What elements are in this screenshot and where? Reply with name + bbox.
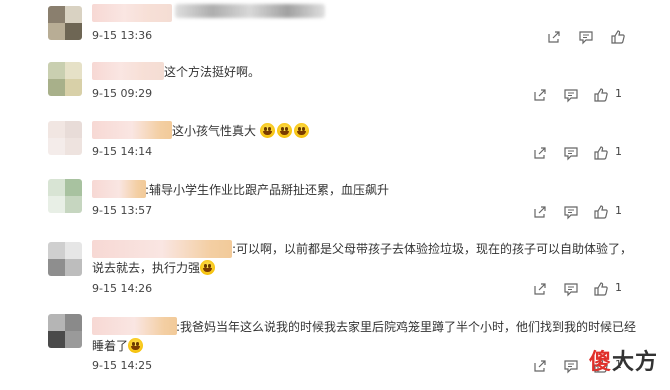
like-count: 1 (615, 281, 622, 294)
comment-text-line2: 睡着了 (92, 339, 129, 353)
comment-text: :辅导小学生作业比跟产品掰扯还累，血压飙升 (145, 183, 390, 197)
avatar[interactable] (48, 62, 82, 96)
comment-text-line2: 说去就去，执行力强 (92, 261, 201, 275)
avatar[interactable] (48, 6, 82, 40)
share-icon[interactable] (532, 281, 548, 297)
avatar[interactable] (48, 314, 82, 348)
comment-icon[interactable] (563, 358, 579, 374)
like-count: 1 (615, 204, 622, 217)
comment-time: 9-15 09:29 (92, 87, 153, 100)
username-redacted[interactable] (92, 62, 164, 80)
laughing-emoji-icon (200, 260, 216, 275)
share-icon[interactable] (546, 29, 562, 45)
thumbs-up-icon[interactable] (593, 87, 609, 103)
comment-text: 这小孩气性真大 (172, 124, 257, 138)
laughing-emoji-icon (128, 338, 144, 353)
thumbs-up-icon[interactable] (593, 145, 609, 161)
comment-time: 9-15 13:57 (92, 204, 153, 217)
comment-actions: 1 (532, 145, 632, 161)
comment-icon[interactable] (578, 29, 594, 45)
username-redacted[interactable] (92, 240, 232, 258)
comment-time: 9-15 14:14 (92, 145, 153, 158)
share-icon[interactable] (532, 87, 548, 103)
avatar[interactable] (48, 242, 82, 276)
share-icon[interactable] (532, 358, 548, 374)
username-redacted[interactable] (92, 317, 177, 335)
thumbs-up-icon[interactable] (610, 29, 626, 45)
like-count: 1 (615, 87, 622, 100)
avatar[interactable] (48, 179, 82, 213)
comment-text-line2-wrap: 睡着了 (92, 337, 145, 355)
comment-text-line2-wrap: 说去就去，执行力强 (92, 259, 217, 277)
username-redacted[interactable] (92, 121, 172, 139)
username-redacted[interactable] (92, 180, 146, 198)
thumbs-up-icon[interactable] (593, 281, 609, 297)
like-count: 1 (615, 145, 622, 158)
comment-time: 9-15 14:26 (92, 282, 153, 295)
comment-text-line1: :可以啊，以前都是父母带孩子去体验捡垃圾，现在的孩子可以自助体验了， (232, 242, 633, 256)
comment-icon[interactable] (563, 281, 579, 297)
username-redacted[interactable] (92, 4, 172, 22)
laughing-emoji-icon (276, 123, 292, 138)
share-icon[interactable] (532, 145, 548, 161)
comment-time: 9-15 13:36 (92, 29, 153, 42)
watermark-part1: 傻 (588, 350, 612, 375)
comment-text-blurred (175, 4, 325, 18)
comment-icon[interactable] (563, 204, 579, 220)
share-icon[interactable] (532, 204, 548, 220)
comment-actions (546, 29, 626, 45)
laughing-emoji-icon (259, 123, 275, 138)
comment-text-line1: :我爸妈当年这么说我的时候我去家里后院鸡笼里蹲了半个小时，他们找到我的时候已经 (176, 320, 637, 334)
comment-time: 9-15 14:25 (92, 359, 153, 372)
comment-actions: 1 (532, 204, 632, 220)
laughing-emoji-icon (293, 123, 309, 138)
watermark-part2: 大方 (611, 350, 658, 375)
comment-icon[interactable] (563, 87, 579, 103)
watermark-logo: 傻大方 (589, 344, 658, 376)
comment-text-wrap: 这小孩气性真大 (172, 122, 311, 140)
thumbs-up-icon[interactable] (593, 204, 609, 220)
comment-icon[interactable] (563, 145, 579, 161)
comment-actions: 1 (532, 281, 632, 297)
comment-actions: 1 (532, 87, 632, 103)
comment-text: 这个方法挺好啊。 (164, 65, 261, 79)
avatar[interactable] (48, 121, 82, 155)
